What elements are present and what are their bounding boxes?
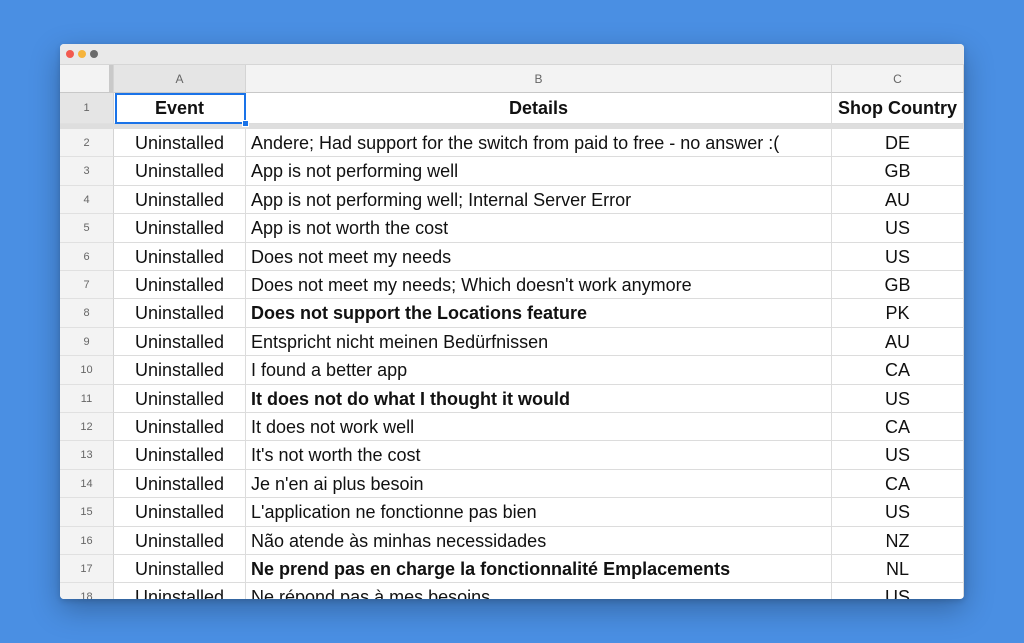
- cell-shop-country[interactable]: PK: [832, 299, 964, 328]
- cell-event[interactable]: Uninstalled: [114, 271, 246, 299]
- row-number[interactable]: 18: [60, 583, 114, 599]
- cell-event[interactable]: Uninstalled: [114, 470, 246, 498]
- close-window-icon[interactable]: [66, 50, 74, 58]
- cell-details[interactable]: Does not meet my needs; Which doesn't wo…: [246, 271, 832, 299]
- row-number[interactable]: 6: [60, 243, 114, 271]
- row-number[interactable]: 5: [60, 214, 114, 243]
- cell-event[interactable]: Uninstalled: [114, 214, 246, 243]
- header-cell-details[interactable]: Details: [246, 93, 832, 124]
- cell-details[interactable]: Does not support the Locations feature: [246, 299, 832, 328]
- cell-event[interactable]: Uninstalled: [114, 356, 246, 385]
- cell-details[interactable]: Je n'en ai plus besoin: [246, 470, 832, 498]
- cell-event[interactable]: Uninstalled: [114, 186, 246, 214]
- cell-details[interactable]: It does not work well: [246, 413, 832, 441]
- spreadsheet-grid[interactable]: A B C 1 Event Details Shop Country 2 Unin…: [60, 65, 964, 599]
- cell-shop-country[interactable]: US: [832, 441, 964, 470]
- cell-event[interactable]: Uninstalled: [114, 328, 246, 356]
- cell-details[interactable]: It's not worth the cost: [246, 441, 832, 470]
- column-header-a[interactable]: A: [114, 65, 246, 93]
- column-header-b[interactable]: B: [246, 65, 832, 93]
- cell-shop-country[interactable]: US: [832, 498, 964, 527]
- cell-event[interactable]: Uninstalled: [114, 498, 246, 527]
- column-header-c[interactable]: C: [832, 65, 964, 93]
- row-number[interactable]: 3: [60, 157, 114, 186]
- cell-shop-country[interactable]: GB: [832, 157, 964, 186]
- row-header[interactable]: 1: [60, 93, 114, 124]
- row-number[interactable]: 15: [60, 498, 114, 527]
- cell-shop-country[interactable]: US: [832, 583, 964, 599]
- cell-event[interactable]: Uninstalled: [114, 243, 246, 271]
- cell-event[interactable]: Uninstalled: [114, 583, 246, 599]
- fill-handle[interactable]: [242, 120, 249, 127]
- cell-details[interactable]: I found a better app: [246, 356, 832, 385]
- select-all-corner[interactable]: [60, 65, 114, 93]
- cell-details[interactable]: Does not meet my needs: [246, 243, 832, 271]
- cell-details[interactable]: Entspricht nicht meinen Bedürfnissen: [246, 328, 832, 356]
- cell-event[interactable]: Uninstalled: [114, 385, 246, 413]
- row-number[interactable]: 9: [60, 328, 114, 356]
- cell-event[interactable]: Uninstalled: [114, 157, 246, 186]
- row-number[interactable]: 7: [60, 271, 114, 299]
- row-number[interactable]: 4: [60, 186, 114, 214]
- header-cell-event[interactable]: Event: [114, 93, 246, 124]
- cell-shop-country[interactable]: NL: [832, 555, 964, 583]
- row-number[interactable]: 12: [60, 413, 114, 441]
- spreadsheet-window: A B C 1 Event Details Shop Country 2 Unin…: [60, 44, 964, 599]
- cell-shop-country[interactable]: CA: [832, 356, 964, 385]
- cell-shop-country[interactable]: AU: [832, 186, 964, 214]
- cell-shop-country[interactable]: NZ: [832, 527, 964, 555]
- cell-shop-country[interactable]: CA: [832, 470, 964, 498]
- cell-details[interactable]: L'application ne fonctionne pas bien: [246, 498, 832, 527]
- cell-event[interactable]: Uninstalled: [114, 129, 246, 157]
- cell-details[interactable]: Não atende às minhas necessidades: [246, 527, 832, 555]
- window-titlebar: [60, 44, 964, 65]
- row-number[interactable]: 17: [60, 555, 114, 583]
- cell-details[interactable]: App is not performing well; Internal Ser…: [246, 186, 832, 214]
- cell-shop-country[interactable]: DE: [832, 129, 964, 157]
- cell-event[interactable]: Uninstalled: [114, 299, 246, 328]
- cell-details[interactable]: Ne répond pas à mes besoins: [246, 583, 832, 599]
- cell-event[interactable]: Uninstalled: [114, 441, 246, 470]
- cell-shop-country[interactable]: US: [832, 214, 964, 243]
- minimize-window-icon[interactable]: [78, 50, 86, 58]
- row-number[interactable]: 11: [60, 385, 114, 413]
- cell-shop-country[interactable]: US: [832, 385, 964, 413]
- cell-event[interactable]: Uninstalled: [114, 555, 246, 583]
- cell-shop-country[interactable]: CA: [832, 413, 964, 441]
- row-number[interactable]: 14: [60, 470, 114, 498]
- cell-details[interactable]: App is not performing well: [246, 157, 832, 186]
- freeze-column-bar[interactable]: [109, 65, 113, 93]
- window-control-icon[interactable]: [90, 50, 98, 58]
- cell-shop-country[interactable]: GB: [832, 271, 964, 299]
- cell-details[interactable]: It does not do what I thought it would: [246, 385, 832, 413]
- row-number[interactable]: 10: [60, 356, 114, 385]
- row-number[interactable]: 8: [60, 299, 114, 328]
- cell-details[interactable]: Ne prend pas en charge la fonctionnalité…: [246, 555, 832, 583]
- row-number[interactable]: 16: [60, 527, 114, 555]
- cell-shop-country[interactable]: AU: [832, 328, 964, 356]
- cell-details[interactable]: Andere; Had support for the switch from …: [246, 129, 832, 157]
- cell-event[interactable]: Uninstalled: [114, 527, 246, 555]
- cell-event[interactable]: Uninstalled: [114, 413, 246, 441]
- header-cell-shop-country[interactable]: Shop Country: [832, 93, 964, 124]
- cell-details[interactable]: App is not worth the cost: [246, 214, 832, 243]
- row-number[interactable]: 13: [60, 441, 114, 470]
- row-number[interactable]: 2: [60, 129, 114, 157]
- cell-shop-country[interactable]: US: [832, 243, 964, 271]
